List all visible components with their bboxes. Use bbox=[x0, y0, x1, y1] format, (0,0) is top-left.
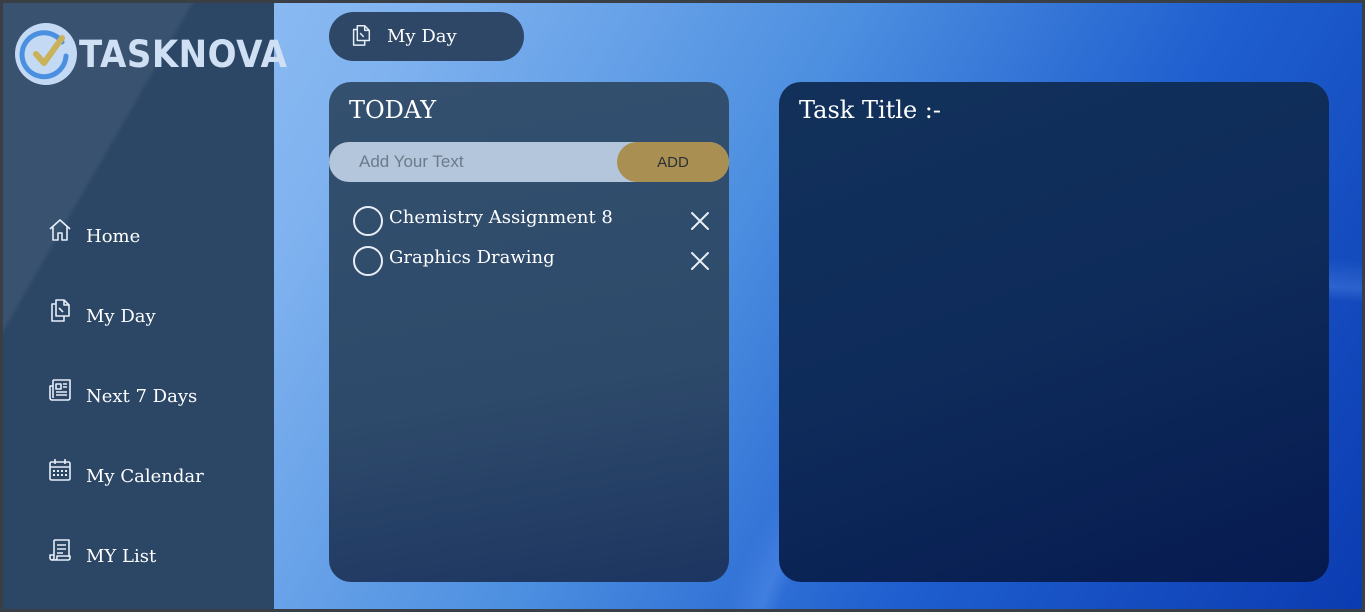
today-panel: TODAY ADD Chemistry Assignment 8 Graphic… bbox=[329, 82, 729, 582]
copy-files-icon bbox=[349, 23, 373, 51]
add-task-bar: ADD bbox=[329, 142, 729, 182]
task-text[interactable]: Graphics Drawing bbox=[389, 247, 555, 268]
newspaper-icon bbox=[46, 376, 74, 404]
copy-files-icon bbox=[46, 296, 74, 324]
close-icon[interactable] bbox=[689, 210, 711, 232]
close-icon[interactable] bbox=[689, 250, 711, 272]
sidebar: TASKNOVA Home My Day Next 7 Days My Cale… bbox=[3, 3, 287, 609]
sidebar-item-my-list[interactable]: MY List bbox=[46, 516, 204, 596]
sidebar-item-next-7-days[interactable]: Next 7 Days bbox=[46, 356, 204, 436]
add-task-input[interactable] bbox=[329, 142, 619, 182]
current-view-pill[interactable]: My Day bbox=[329, 12, 524, 61]
sidebar-item-home[interactable]: Home bbox=[46, 196, 204, 276]
sidebar-item-label: Next 7 Days bbox=[86, 385, 198, 407]
task-item: Graphics Drawing bbox=[353, 244, 719, 284]
check-circle-logo-icon bbox=[15, 23, 77, 85]
sidebar-item-label: My Day bbox=[86, 305, 156, 327]
sidebar-nav: Home My Day Next 7 Days My Calendar MY L… bbox=[46, 196, 204, 596]
home-icon bbox=[46, 216, 74, 244]
panel-title: TODAY bbox=[349, 96, 437, 124]
app-logo[interactable]: TASKNOVA bbox=[15, 23, 306, 85]
calendar-icon bbox=[46, 456, 74, 484]
task-detail-panel: Task Title :- bbox=[779, 82, 1329, 582]
list-scroll-icon bbox=[46, 536, 74, 564]
task-title-heading: Task Title :- bbox=[799, 96, 941, 124]
add-task-button[interactable]: ADD bbox=[617, 142, 729, 182]
sidebar-item-my-day[interactable]: My Day bbox=[46, 276, 204, 356]
task-list: Chemistry Assignment 8 Graphics Drawing bbox=[353, 204, 719, 284]
sidebar-item-label: My Calendar bbox=[86, 465, 204, 487]
task-checkbox[interactable] bbox=[353, 206, 383, 236]
app-name: TASKNOVA bbox=[79, 32, 288, 76]
task-item: Chemistry Assignment 8 bbox=[353, 204, 719, 244]
current-view-label: My Day bbox=[387, 26, 457, 47]
sidebar-item-my-calendar[interactable]: My Calendar bbox=[46, 436, 204, 516]
task-text[interactable]: Chemistry Assignment 8 bbox=[389, 207, 613, 228]
sidebar-item-label: Home bbox=[86, 225, 141, 247]
sidebar-item-label: MY List bbox=[86, 545, 157, 567]
task-checkbox[interactable] bbox=[353, 246, 383, 276]
